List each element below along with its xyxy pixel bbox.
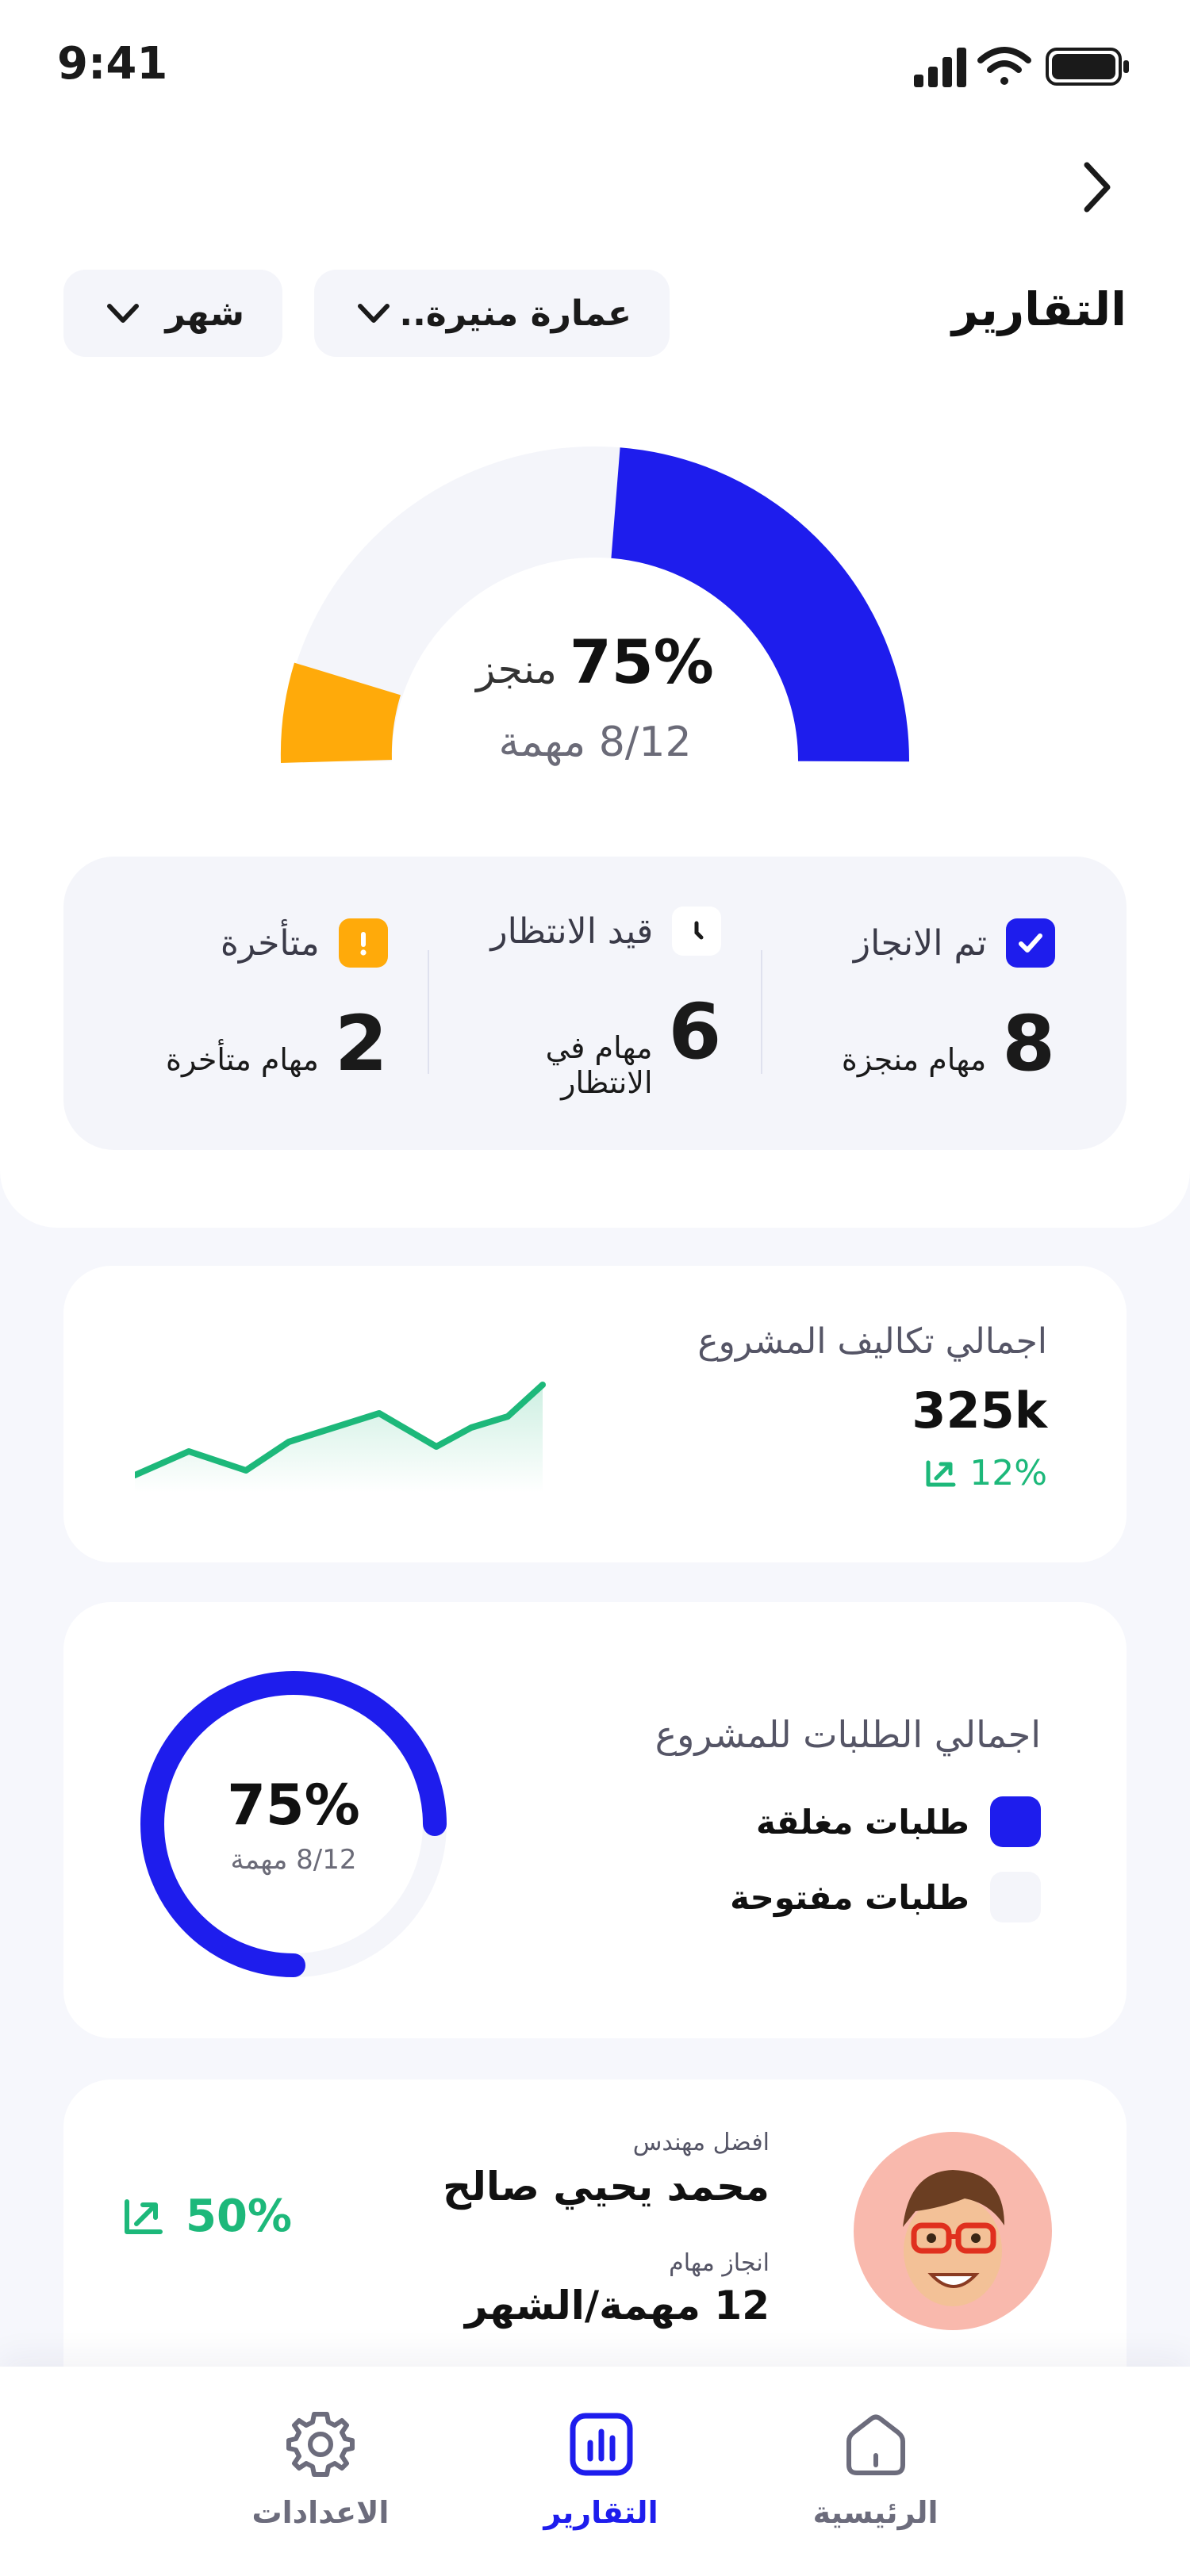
bottom-nav: الاعدادات التقارير الرئيسية [0,2367,1190,2576]
stat-completed-caption: مهام منجزة [841,1042,987,1077]
status-icons [914,47,1129,87]
nav-reports-label: التقارير [543,2495,658,2530]
stat-late-caption: مهام متأخرة [166,1042,319,1077]
stat-late-value: 2 [334,999,388,1088]
gauge-tasks: 8/12 مهمة [498,719,692,766]
chevron-down-icon [358,304,390,323]
engineer-change: 50% [121,2191,292,2242]
tasks-done-value: 12 مهمة/الشهر [465,2283,770,2329]
building-filter-dropdown[interactable]: عمارة منيرة.. [314,270,670,357]
nav-settings-label: الاعدادات [251,2495,390,2530]
stat-pending-caption: مهام في الانتظار [545,1030,653,1100]
stat-completed-value: 8 [1002,999,1055,1088]
gauge-percent-value: 75% [569,627,714,697]
home-icon [846,2414,905,2475]
gear-icon [286,2412,355,2477]
clock-icon [672,907,722,956]
gauge-done-label: منجز [476,646,557,692]
stat-pending: قيد الانتظار 6 مهام في الانتظار [429,857,762,1150]
warning-icon [338,918,388,968]
battery-icon [1046,48,1129,86]
stat-late-title: متأخرة [220,922,320,964]
engineer-avatar [854,2132,1052,2330]
building-filter-label: عمارة منيرة.. [399,293,631,334]
wifi-icon [977,47,1031,85]
tasks-done-label: انجاز مهام [669,2249,770,2277]
period-filter-dropdown[interactable]: شهر [63,270,282,357]
status-time: 9:41 [57,38,168,90]
cost-title: اجمالي تكاليف المشروع [697,1321,1047,1362]
cost-change: 12% [923,1453,1047,1493]
checkbox-icon [1006,918,1055,968]
cost-change-value: 12% [969,1453,1047,1493]
trend-up-icon [926,1460,956,1486]
legend-closed-swatch [990,1796,1041,1847]
stat-late: متأخرة 2 مهام متأخرة [95,857,428,1150]
stats-card: تم الانجاز 8 مهام منجزة قيد الانتظار 6 م… [63,857,1127,1150]
page-title: التقارير [951,282,1127,336]
engineer-card[interactable]: افضل مهندس محمد يحيي صالح انجاز مهام 12 … [63,2080,1127,2413]
nav-reports[interactable]: التقارير [543,2406,658,2576]
sparkline-area [135,1385,543,1493]
gauge-percent: 75% منجز [0,627,1190,697]
stat-pending-value: 6 [668,987,722,1076]
stat-completed: تم الانجاز 8 مهام منجزة [762,857,1095,1150]
stat-pending-title: قيد الانتظار [490,910,654,952]
engineer-change-value: 50% [186,2191,293,2242]
donut-tasks: 8/12 مهمة [230,1844,357,1876]
nav-home[interactable]: الرئيسية [813,2406,939,2576]
legend-open-swatch [990,1872,1041,1922]
legend-open-label: طلبات مفتوحة [730,1877,969,1917]
engineer-name: محمد يحيي صالح [443,2164,770,2210]
requests-title: اجمالي الطلبات للمشروع [654,1713,1041,1756]
best-engineer-label: افضل مهندس [632,2129,770,2156]
requests-card[interactable]: اجمالي الطلبات للمشروع طلبات مغلقة طلبات… [63,1602,1127,2038]
donut-percent: 75% [227,1773,360,1838]
back-chevron-icon[interactable] [1073,159,1120,216]
divider [761,950,763,1074]
legend-closed-label: طلبات مغلقة [755,1802,969,1842]
trend-up-icon [125,2198,163,2234]
signal-icon [914,48,966,87]
period-filter-label: شهر [165,293,244,334]
cost-card[interactable]: اجمالي تكاليف المشروع 325k 12% [63,1266,1127,1562]
divider [427,950,429,1074]
bar-chart-icon [570,2413,632,2476]
stat-completed-title: تم الانجاز [853,922,987,964]
nav-home-label: الرئيسية [812,2495,939,2530]
cost-sparkline [135,1382,546,1493]
legend-closed: طلبات مغلقة [756,1796,1041,1847]
cost-value: 325k [912,1382,1047,1439]
nav-settings[interactable]: الاعدادات [251,2406,389,2576]
legend-open: طلبات مفتوحة [730,1872,1041,1922]
chevron-down-icon [107,304,139,323]
